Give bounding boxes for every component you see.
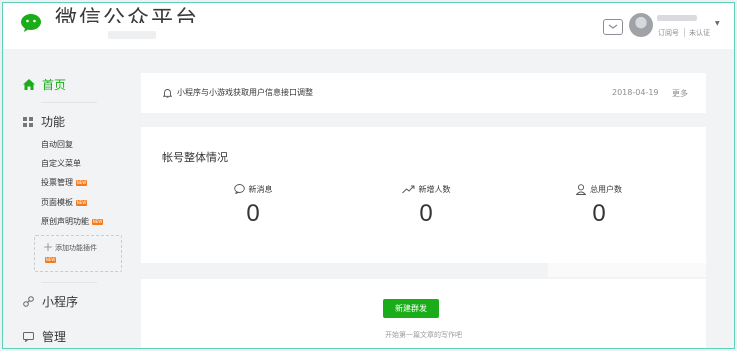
message-icon	[233, 184, 245, 194]
sidebar-item-manage[interactable]: 管理	[23, 328, 66, 345]
divider	[41, 102, 97, 103]
stat-new-messages[interactable]: 新消息 0	[193, 183, 313, 227]
sidebar-item-auto-reply[interactable]: 自动回复	[41, 139, 73, 150]
user-icon	[576, 183, 586, 195]
chevron-down-icon[interactable]: ▼	[715, 20, 720, 27]
notice-link[interactable]: 小程序与小游戏获取用户信息接口调整	[177, 87, 313, 98]
sidebar-item-home[interactable]: 首页	[23, 76, 66, 93]
sidebar-item-label: 首页	[42, 78, 67, 92]
sidebar-item-label: 投票管理	[41, 178, 73, 187]
sidebar-item-original-declaration[interactable]: 原创声明功能 NEW	[41, 216, 103, 227]
new-badge: NEW	[92, 218, 103, 225]
mail-icon[interactable]	[603, 19, 623, 35]
brand-title[interactable]: 微信公众平台	[55, 5, 199, 23]
overview-title: 帐号整体情况	[162, 151, 228, 164]
sidebar-item-label: 自定义菜单	[41, 159, 81, 168]
stat-label: 总用户数	[590, 184, 622, 194]
brand-subtitle-blurred	[108, 31, 156, 39]
stat-label: 新增人数	[418, 184, 451, 194]
wechat-logo-icon[interactable]	[21, 13, 45, 35]
sidebar-item-functions[interactable]: 功能	[23, 113, 65, 130]
sidebar-item-label: 页面模板	[41, 198, 73, 207]
add-plugin-label: 添加功能插件	[55, 244, 97, 252]
sidebar-item-label: 自动回复	[41, 140, 73, 149]
notice-bar: 小程序与小游戏获取用户信息接口调整 2018-04-19 更多	[141, 73, 706, 113]
sidebar-item-vote-manage[interactable]: 投票管理 NEW	[41, 177, 87, 188]
plus-icon: +	[43, 240, 54, 254]
new-badge: NEW	[76, 179, 87, 186]
sidebar: 首页 功能 自动回复 自定义菜单 投票管理 NEW 页面模板 NEW 原创声明功…	[3, 49, 131, 348]
link-icon	[23, 296, 34, 307]
divider	[684, 28, 685, 37]
app-window: 微信公众平台 订阅号 未认证 ▼ 首页 功能 自动回复 自定义菜单 投票管理 N…	[2, 2, 735, 349]
sidebar-item-mini-program[interactable]: 小程序	[23, 293, 78, 310]
stat-value: 0	[419, 200, 433, 227]
mass-send-panel: 新建群发 开始第一篇文章的写作吧	[141, 279, 706, 348]
notice-date: 2018-04-19	[612, 88, 659, 97]
verify-status[interactable]: 未认证	[689, 28, 710, 38]
account-name-blurred[interactable]	[657, 15, 697, 21]
notice-more-link[interactable]: 更多	[672, 88, 688, 99]
add-plugin-button[interactable]: + 添加功能插件 NEW	[34, 235, 122, 272]
account-type: 订阅号	[658, 29, 679, 37]
grid-icon	[23, 116, 33, 127]
stat-value: 0	[592, 200, 606, 227]
home-icon	[23, 79, 35, 90]
new-badge: NEW	[76, 199, 87, 206]
avatar[interactable]	[629, 13, 653, 37]
new-badge: NEW	[45, 257, 56, 263]
sidebar-item-label: 功能	[41, 115, 66, 129]
account-overview-panel: 帐号整体情况 新消息 0 新增人数 0 总用户数 0	[141, 127, 706, 263]
chat-icon	[23, 331, 34, 342]
stat-new-followers[interactable]: 新增人数 0	[366, 183, 486, 227]
sidebar-item-custom-menu[interactable]: 自定义菜单	[41, 158, 81, 169]
stat-total-users[interactable]: 总用户数 0	[539, 183, 659, 227]
trend-icon	[401, 185, 414, 193]
bell-icon	[163, 89, 172, 98]
sidebar-item-label: 管理	[42, 330, 67, 344]
sidebar-item-label: 小程序	[42, 295, 79, 309]
stat-label: 新消息	[248, 184, 273, 194]
sidebar-item-page-template[interactable]: 页面模板 NEW	[41, 197, 87, 208]
panel-strip	[548, 263, 706, 277]
sidebar-item-label: 原创声明功能	[41, 217, 89, 226]
divider	[41, 282, 97, 283]
compose-hint: 开始第一篇文章的写作吧	[385, 331, 462, 339]
top-bar: 微信公众平台 订阅号 未认证 ▼	[3, 3, 734, 49]
stat-value: 0	[246, 200, 260, 227]
new-mass-send-button[interactable]: 新建群发	[383, 299, 439, 318]
